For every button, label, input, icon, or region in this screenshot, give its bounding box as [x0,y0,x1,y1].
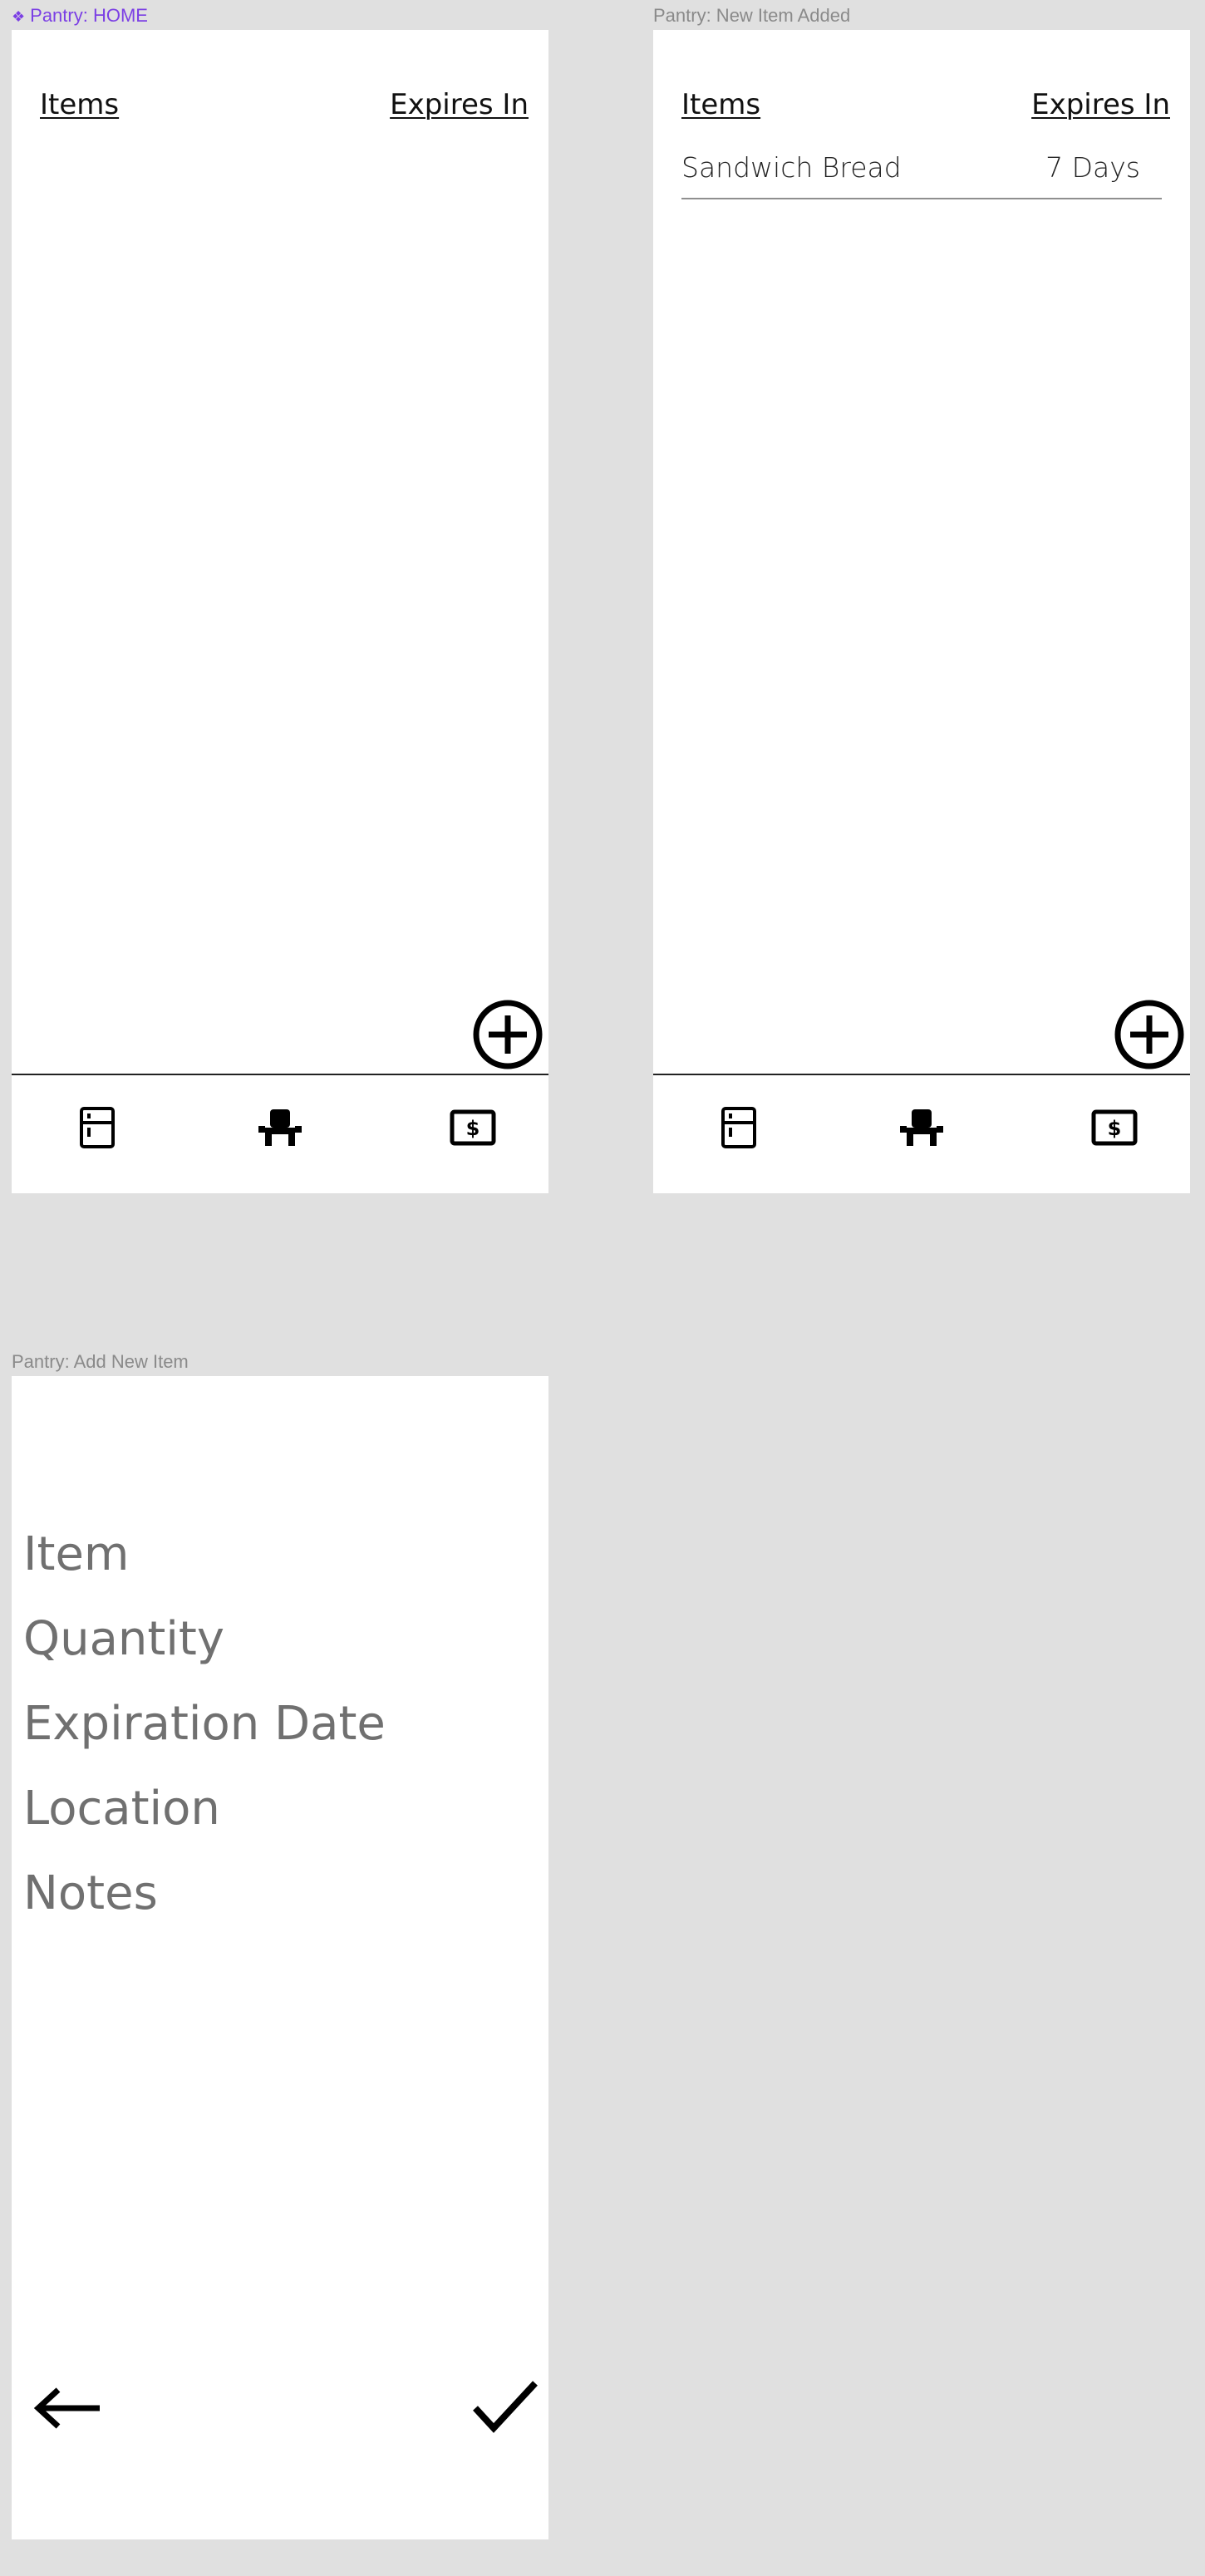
add-item-button[interactable] [472,999,543,1070]
nav-fridge-button[interactable] [701,1075,776,1180]
armchair-icon [258,1109,302,1146]
bottom-nav: $ [12,1075,548,1192]
column-header-items[interactable]: Items [681,86,760,123]
column-header-items[interactable]: Items [40,86,119,123]
column-header-expires-in[interactable]: Expires In [1031,86,1170,123]
item-name: Sandwich Bread [681,151,902,184]
field-expiration-date[interactable]: Expiration Date [23,1695,386,1753]
component-diamond-icon: ❖ [12,8,26,25]
arrow-left-icon [33,2387,100,2429]
frame-add-new-item: Item Quantity Expiration Date Location N… [12,1376,548,2539]
frame-home: Items Expires In $ [12,30,548,1193]
nav-armchair-button[interactable] [884,1075,959,1180]
add-item-button[interactable] [1114,999,1185,1070]
dollar-bill-icon: $ [1091,1109,1138,1146]
item-expires-in: 7 Days [1045,151,1140,184]
fridge-icon [721,1107,756,1148]
nav-money-button[interactable]: $ [435,1075,510,1180]
field-notes[interactable]: Notes [23,1865,158,1923]
frame-label-home: ❖ Pantry: HOME [12,7,148,25]
add-circle-icon [1114,1000,1184,1069]
nav-money-button[interactable]: $ [1077,1075,1152,1180]
frame-new-item-added: Items Expires In Sandwich Bread 7 Days $ [653,30,1190,1193]
nav-fridge-button[interactable] [60,1075,135,1180]
dollar-bill-icon: $ [450,1109,496,1146]
armchair-icon [900,1109,943,1146]
fridge-icon [80,1107,115,1148]
list-header: Items Expires In [40,86,529,123]
checkmark-icon [473,2381,538,2433]
list-header: Items Expires In [681,86,1170,123]
svg-text:$: $ [466,1117,480,1140]
frame-label-home-text: Pantry: HOME [30,5,148,26]
nav-armchair-button[interactable] [243,1075,317,1180]
confirm-button[interactable] [465,2373,545,2440]
list-item[interactable]: Sandwich Bread 7 Days [681,146,1162,199]
frame-label-add-new-item: Pantry: Add New Item [12,1351,189,1372]
back-button[interactable] [28,2375,108,2441]
field-location[interactable]: Location [23,1780,220,1838]
field-item[interactable]: Item [23,1526,129,1584]
svg-text:$: $ [1108,1117,1122,1140]
column-header-expires-in[interactable]: Expires In [390,86,529,123]
add-circle-icon [473,1000,543,1069]
bottom-nav: $ [653,1075,1190,1192]
frame-label-new-item-added: Pantry: New Item Added [653,5,851,26]
field-quantity[interactable]: Quantity [23,1610,224,1669]
